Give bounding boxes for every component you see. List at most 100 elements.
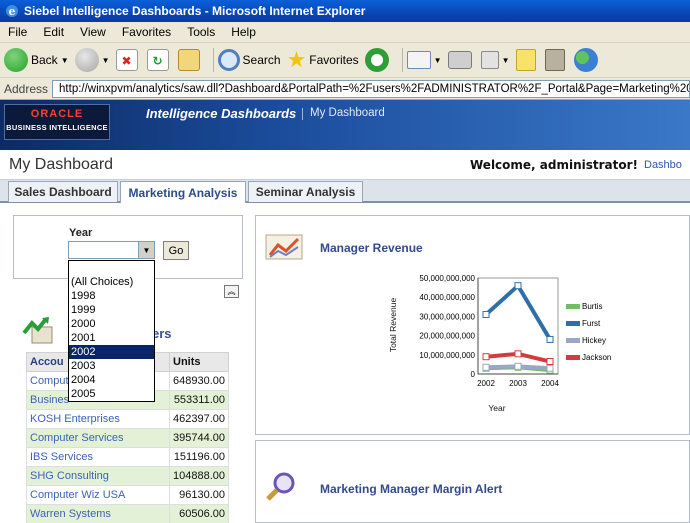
chevron-down-icon[interactable]: ▼: [138, 242, 154, 258]
edit-button[interactable]: ▼: [480, 51, 510, 69]
browser-toolbar: Back ▼ ▼ ✖ ↻ Search ★ Favorites ▼ ▼: [0, 43, 690, 78]
menu-help[interactable]: Help: [223, 25, 264, 39]
dropdown-option[interactable]: 2003: [69, 359, 154, 373]
edit-dropdown-icon[interactable]: ▼: [502, 56, 510, 65]
menu-edit[interactable]: Edit: [35, 25, 72, 39]
data-point[interactable]: [514, 362, 522, 370]
dashboard-tabs: Sales Dashboard Marketing Analysis Semin…: [0, 180, 690, 203]
units-value: 395744.00: [169, 428, 229, 448]
print-button[interactable]: [447, 51, 475, 69]
address-input[interactable]: http://winxpvm/analytics/saw.dll?Dashboa…: [52, 79, 690, 98]
home-icon: [177, 49, 200, 71]
search-icon: [217, 49, 240, 71]
dropdown-option[interactable]: (All Choices): [69, 275, 154, 289]
units-value: 553311.00: [169, 390, 229, 410]
dashboards-link[interactable]: Dashbo: [644, 159, 682, 171]
dashboard-header: My Dashboard Welcome, administrator! Das…: [0, 150, 690, 180]
mail-icon: [406, 51, 431, 69]
data-point[interactable]: [482, 310, 490, 318]
customer-name-link[interactable]: Warren Systems: [26, 504, 170, 523]
y-tick-labels: 0 10,000,000,000 20,000,000,000 30,000,000,…: [419, 275, 475, 379]
menu-favorites[interactable]: Favorites: [114, 25, 179, 39]
refresh-button[interactable]: ↻: [146, 49, 172, 71]
menu-tools[interactable]: Tools: [179, 25, 223, 39]
research-icon: [544, 49, 565, 71]
mail-dropdown-icon[interactable]: ▼: [434, 56, 442, 65]
dropdown-option[interactable]: 2005: [69, 387, 154, 401]
my-dashboard-link[interactable]: My Dashboard: [310, 107, 385, 119]
messenger-icon: [573, 48, 598, 72]
forward-button[interactable]: ▼: [74, 48, 110, 72]
legend-swatch: [566, 338, 580, 343]
forward-dropdown-icon[interactable]: ▼: [102, 56, 110, 65]
dropdown-option[interactable]: 2001: [69, 331, 154, 345]
x-axis-label: Year: [488, 403, 505, 413]
tab-sales-dashboard[interactable]: Sales Dashboard: [8, 181, 118, 202]
toolbar-separator: [212, 48, 214, 72]
y-tick-label: 40,000,000,000: [419, 293, 475, 302]
data-point[interactable]: [546, 364, 554, 372]
banner-title[interactable]: Intelligence Dashboards: [146, 106, 296, 121]
go-button[interactable]: Go: [163, 241, 189, 260]
customer-name-link[interactable]: SHG Consulting: [26, 466, 170, 486]
oracle-logo: ORACLE BUSINESS INTELLIGENCE: [4, 104, 110, 140]
dropdown-option[interactable]: 1998: [69, 289, 154, 303]
data-point[interactable]: [482, 353, 490, 361]
customer-name-link[interactable]: Computer Services: [26, 428, 170, 448]
address-label: Address: [4, 81, 49, 96]
year-select[interactable]: ▼: [68, 241, 155, 259]
edit-icon: [480, 51, 499, 69]
legend-label: Burtis: [582, 302, 602, 311]
units-value: 462397.00: [169, 409, 229, 429]
dropdown-option[interactable]: 2002: [69, 345, 154, 359]
units-value: 60506.00: [169, 504, 229, 523]
messenger-button[interactable]: [573, 48, 601, 72]
x-tick-label: 2002: [477, 379, 495, 388]
customer-name-link[interactable]: KOSH Enterprises: [26, 409, 170, 429]
tab-marketing-analysis[interactable]: Marketing Analysis: [120, 181, 246, 203]
y-tick-label: 10,000,000,000: [419, 351, 475, 360]
dropdown-option[interactable]: 2000: [69, 317, 154, 331]
manager-revenue-chart: 0 10,000,000,000 20,000,000,000 30,000,000,…: [388, 275, 611, 413]
home-button[interactable]: [177, 49, 203, 71]
line-chart-icon: [265, 234, 303, 260]
history-button[interactable]: [364, 48, 392, 72]
stop-button[interactable]: ✖: [115, 49, 141, 71]
back-dropdown-icon[interactable]: ▼: [61, 56, 69, 65]
table-row: Warren Systems 60506.00: [26, 504, 229, 523]
data-point[interactable]: [514, 350, 522, 358]
data-point[interactable]: [546, 335, 554, 343]
data-point[interactable]: [514, 282, 522, 290]
y-tick-label: 20,000,000,000: [419, 332, 475, 341]
discuss-button[interactable]: [515, 49, 539, 71]
dropdown-option[interactable]: 1999: [69, 303, 154, 317]
history-icon: [364, 48, 389, 72]
menu-file[interactable]: File: [0, 25, 35, 39]
back-label: Back: [31, 53, 58, 67]
mail-button[interactable]: ▼: [406, 51, 442, 69]
year-label: Year: [69, 227, 93, 239]
year-dropdown-list: (All Choices) 1998 1999 2000 2001 2002 2003 200…: [68, 260, 155, 402]
collapse-icon[interactable]: ︽: [224, 285, 239, 298]
customer-name-link[interactable]: IBS Services: [26, 447, 170, 467]
ie-icon: e: [6, 5, 18, 18]
x-tick-labels: 2002 2003 2004: [477, 379, 559, 388]
data-point[interactable]: [482, 363, 490, 371]
menu-view[interactable]: View: [72, 25, 114, 39]
dropdown-option[interactable]: 2004: [69, 373, 154, 387]
svg-text:e: e: [9, 5, 16, 18]
search-button[interactable]: Search: [217, 49, 281, 71]
back-button[interactable]: Back ▼: [4, 48, 69, 72]
chart-legend: Burtis Furst Hickey Jackson: [566, 302, 611, 362]
favorites-button[interactable]: ★ Favorites: [287, 48, 359, 72]
customer-name-link[interactable]: Computer Wiz USA: [26, 485, 170, 505]
y-axis-label: Total Revenue: [388, 298, 398, 353]
app-banner: ORACLE BUSINESS INTELLIGENCE Intelligenc…: [0, 100, 690, 150]
printer-icon: [447, 51, 472, 69]
column-header-units[interactable]: Units: [169, 352, 229, 372]
menu-bar: File Edit View Favorites Tools Help: [0, 22, 690, 43]
tab-seminar-analysis[interactable]: Seminar Analysis: [248, 181, 363, 202]
growth-chart-icon: [22, 317, 53, 344]
data-point[interactable]: [546, 358, 554, 366]
research-button[interactable]: [544, 49, 568, 71]
